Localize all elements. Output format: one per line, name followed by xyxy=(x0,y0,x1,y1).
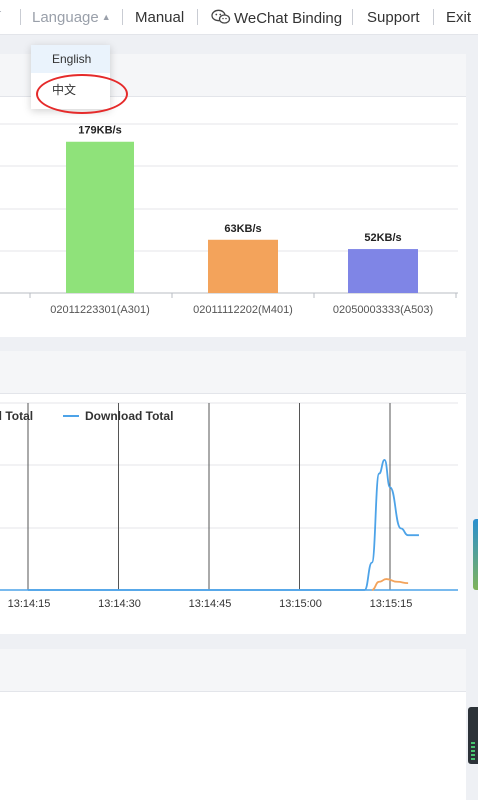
language-menu-trigger[interactable]: Language ▲ xyxy=(32,9,111,26)
exit-link[interactable]: Exit xyxy=(446,9,471,26)
bar[interactable] xyxy=(208,239,278,293)
panel-header xyxy=(0,351,466,394)
nav-divider xyxy=(20,9,21,25)
bar-data-label: 63KB/s xyxy=(224,223,261,235)
manual-link[interactable]: Manual xyxy=(135,9,184,26)
bar-data-label: 179KB/s xyxy=(78,125,121,137)
top-navigation-bar: í Language▲ Manual WeChat Binding Suppor… xyxy=(0,0,478,35)
nav-divider xyxy=(352,9,353,25)
x-tick-label: 13:14:45 xyxy=(189,598,232,610)
language-option-english[interactable]: English xyxy=(31,45,110,73)
truncated-nav-item[interactable]: í xyxy=(0,9,1,26)
nav-divider xyxy=(122,9,123,25)
panel-header xyxy=(0,649,466,692)
series-line xyxy=(28,458,419,591)
caret-up-icon: ▲ xyxy=(101,12,111,22)
x-tick-label: 13:14:15 xyxy=(8,598,51,610)
x-tick-label: 02011112202(M401) xyxy=(193,304,293,316)
x-tick-label: 13:15:00 xyxy=(279,598,322,610)
bar[interactable] xyxy=(66,141,134,293)
support-link[interactable]: Support xyxy=(367,9,420,26)
floating-side-widget[interactable] xyxy=(468,707,478,764)
legend-label-upload: ad Total xyxy=(0,409,33,423)
bar[interactable] xyxy=(348,249,418,293)
wechat-icon xyxy=(211,9,231,24)
nav-divider xyxy=(197,9,198,25)
third-panel xyxy=(0,649,466,800)
device-speed-bar-chart: 179KB/s63KB/s52KB/s02)02011223301(A301)0… xyxy=(0,123,458,316)
x-tick-label: 02011223301(A301) xyxy=(50,304,150,316)
x-tick-label: 13:15:15 xyxy=(370,598,413,610)
x-tick-label: 02050003333(A503) xyxy=(333,304,433,316)
wechat-binding-link[interactable]: WeChat Binding xyxy=(211,9,342,27)
total-traffic-line-chart: ad Total Download Total 13:14:15 13:14:30 13… xyxy=(0,402,458,610)
bar-data-label: 52KB/s xyxy=(364,232,401,244)
x-tick-label: 13:14:30 xyxy=(98,598,141,610)
nav-divider xyxy=(433,9,434,25)
legend-label-download: Download Total xyxy=(85,409,173,423)
language-label: Language xyxy=(32,9,99,26)
total-traffic-panel: ad Total Download Total 13:14:15 13:14:30 13… xyxy=(0,351,466,634)
wechat-binding-label: WeChat Binding xyxy=(234,10,343,27)
annotation-circle xyxy=(36,74,128,114)
floating-side-image[interactable] xyxy=(473,519,478,590)
